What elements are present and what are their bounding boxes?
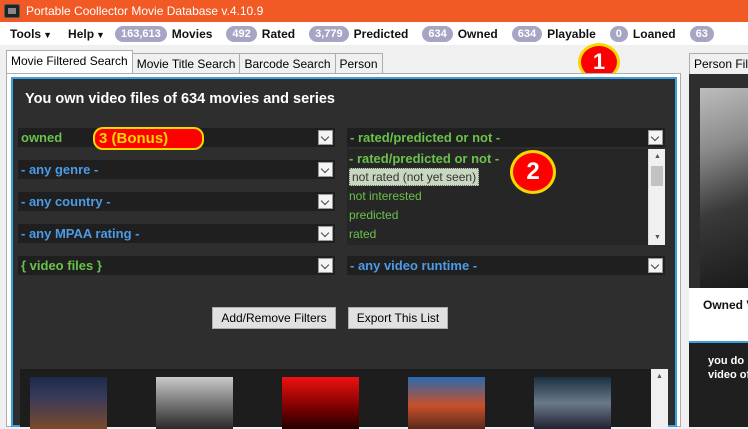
filter-video-files-combo[interactable]: { video files }: [18, 256, 335, 275]
count-badge: 163,613: [114, 25, 167, 42]
dropdown-arrow-icon[interactable]: [318, 194, 333, 209]
movie-poster[interactable]: [408, 377, 485, 429]
count-badge: 63: [689, 25, 714, 42]
panel-headline: You own video files of 634 movies and se…: [25, 91, 335, 107]
stat-predicted[interactable]: 3,779 Predicted: [309, 25, 408, 42]
person-owned-box: [689, 288, 748, 341]
list-item[interactable]: predicted: [347, 206, 665, 225]
filter-runtime-combo[interactable]: - any video runtime -: [347, 256, 665, 275]
tab-person-filter[interactable]: Person Filt: [689, 53, 748, 74]
count-badge: 492: [226, 25, 257, 42]
stat-rated[interactable]: 492 Rated: [226, 25, 295, 42]
dropdown-arrow-icon[interactable]: [318, 258, 333, 273]
tab-barcode-search[interactable]: Barcode Search: [239, 53, 336, 73]
person-owned-label: Owned V: [703, 298, 748, 312]
stat-loaned[interactable]: 0 Loaned: [609, 25, 676, 42]
menu-help[interactable]: Help ▼: [68, 27, 105, 41]
count-badge: 0: [609, 25, 628, 42]
dropdown-arrow-icon[interactable]: [648, 130, 663, 145]
menu-bar: Tools ▼ Help ▼ 163,613 Movies 492 Rated 3,77…: [0, 22, 748, 45]
scroll-up-icon[interactable]: ▲: [651, 369, 668, 384]
tab-movie-filtered-search[interactable]: Movie Filtered Search: [6, 50, 133, 73]
list-item[interactable]: - rated/predicted or not -: [347, 149, 665, 168]
callout-badge-2: 2: [510, 150, 556, 194]
stat-more[interactable]: 63: [689, 25, 719, 42]
count-badge: 634: [422, 25, 453, 42]
poster-strip: ▲: [20, 369, 668, 429]
filter-panel: You own video files of 634 movies and se…: [11, 77, 677, 429]
count-badge: 634: [511, 25, 543, 42]
poster-scrollbar[interactable]: ▲: [651, 369, 668, 427]
dropdown-arrow-icon[interactable]: [318, 130, 333, 145]
movie-poster[interactable]: [282, 377, 359, 429]
search-tabs: Movie Filtered Search Movie Title Search…: [6, 50, 383, 73]
chevron-down-icon: ▼: [96, 29, 105, 40]
stat-owned[interactable]: 634 Owned: [422, 25, 498, 42]
movie-poster[interactable]: [30, 377, 107, 429]
scroll-up-icon[interactable]: ▲: [649, 149, 666, 164]
scroll-down-icon[interactable]: ▼: [649, 230, 666, 245]
dropdown-arrow-icon[interactable]: [318, 226, 333, 241]
count-badge: 3,779: [309, 25, 349, 42]
person-info-text: video of: [708, 369, 748, 381]
list-scrollbar[interactable]: ▲ ▼: [648, 149, 665, 245]
filter-rated-combo[interactable]: - rated/predicted or not -: [347, 128, 665, 147]
title-bar: Portable Coollector Movie Database v.4.1…: [0, 0, 748, 22]
dropdown-arrow-icon[interactable]: [648, 258, 663, 273]
movie-poster[interactable]: [534, 377, 611, 429]
list-item[interactable]: not interested: [347, 187, 665, 206]
app-icon: [4, 4, 20, 18]
window-title: Portable Coollector Movie Database v.4.1…: [26, 4, 264, 18]
dropdown-arrow-icon[interactable]: [318, 162, 333, 177]
person-photo[interactable]: [700, 88, 748, 288]
person-info-text: you do: [708, 355, 745, 367]
person-info-box: you do video of: [689, 341, 748, 427]
export-list-button[interactable]: Export This List: [348, 307, 448, 329]
chevron-down-icon: ▼: [43, 29, 53, 40]
person-panel: Owned V you do video of: [689, 74, 748, 427]
tab-movie-title-search[interactable]: Movie Title Search: [131, 53, 241, 73]
stat-movies[interactable]: 163,613 Movies: [114, 25, 212, 42]
scroll-thumb[interactable]: [651, 166, 663, 186]
filter-mpaa-combo[interactable]: - any MPAA rating -: [18, 224, 335, 243]
movie-poster[interactable]: [156, 377, 233, 429]
tab-person[interactable]: Person: [334, 53, 383, 73]
filter-genre-combo[interactable]: - any genre -: [18, 160, 335, 179]
filter-country-combo[interactable]: - any country -: [18, 192, 335, 211]
list-item-selected[interactable]: not rated (not yet seen): [347, 168, 665, 187]
callout-bonus-label: 3 (Bonus): [93, 127, 204, 150]
list-item[interactable]: rated: [347, 225, 665, 244]
rated-dropdown-list[interactable]: - rated/predicted or not - not rated (no…: [347, 149, 665, 245]
stat-playable[interactable]: 634 Playable: [511, 25, 596, 42]
menu-tools[interactable]: Tools ▼: [10, 27, 52, 41]
add-remove-filters-button[interactable]: Add/Remove Filters: [212, 307, 336, 329]
